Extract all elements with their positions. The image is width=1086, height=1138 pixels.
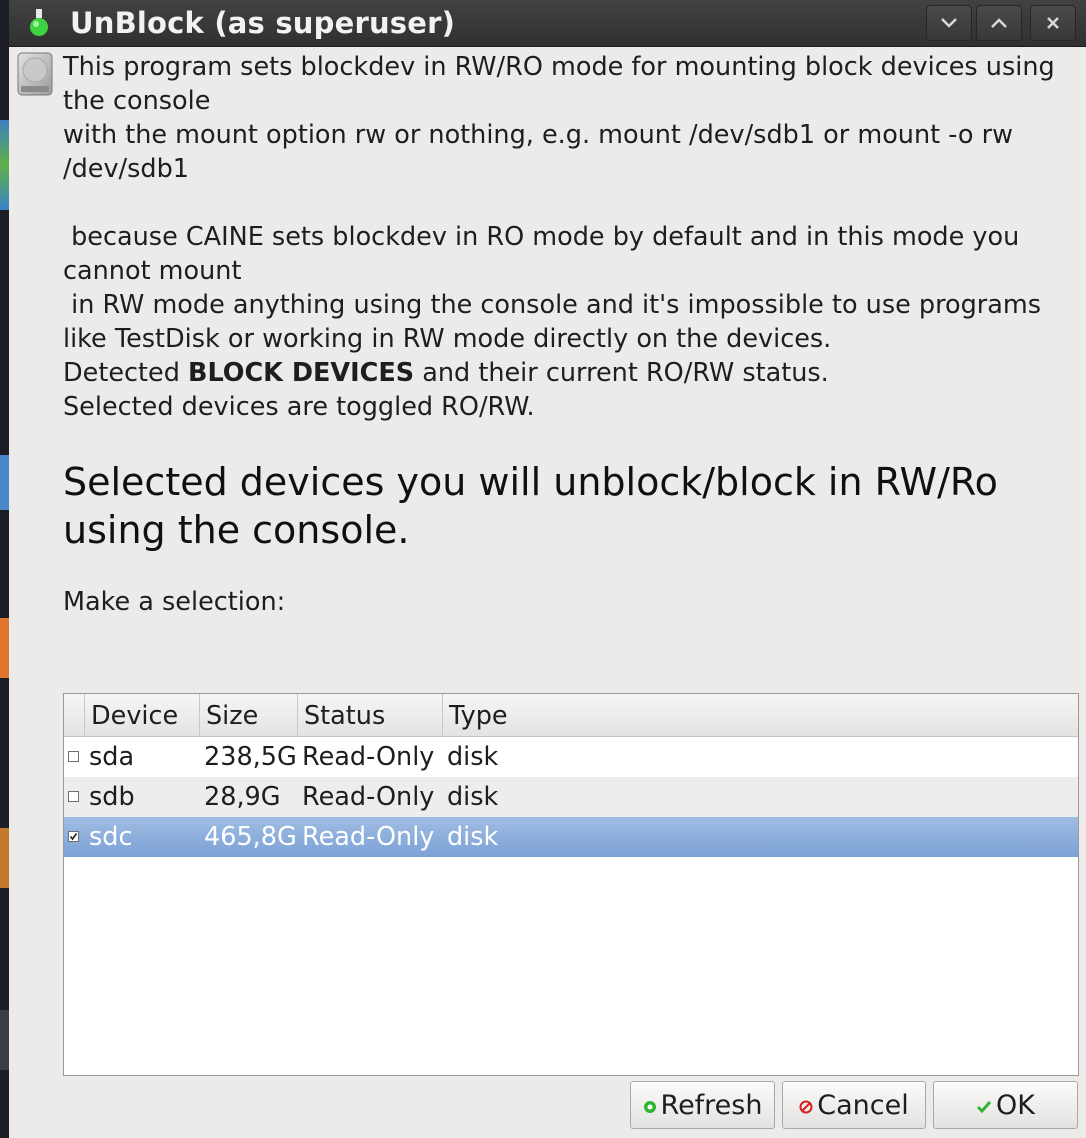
row-checkbox[interactable] [68,751,79,762]
ok-button[interactable]: OK [933,1081,1078,1129]
description-line: This program sets blockdev in RW/RO mode… [63,52,1063,116]
column-header-type[interactable]: Type [442,694,1078,736]
minimize-button[interactable] [926,5,972,41]
description-text: This program sets blockdev in RW/RO mode… [63,50,1075,424]
green-dot-icon [643,1090,657,1121]
block-devices-emphasis: BLOCK DEVICES [188,358,415,388]
type-cell: disk [447,782,499,812]
description-line: in RW mode anything using the console an… [63,290,1050,354]
drive-harddisk-icon [17,52,53,96]
type-cell: disk [447,742,499,772]
table-row[interactable]: sdb 28,9G Read-Only disk [64,777,1078,817]
device-cell: sda [89,742,135,772]
close-icon [1047,17,1059,29]
desktop-icon-strip [0,618,9,678]
chevron-down-icon [941,18,957,28]
column-header-status[interactable]: Status [297,694,442,736]
row-checkbox[interactable] [68,791,79,802]
desktop-icon-strip [0,828,9,888]
cancel-label: Cancel [817,1089,909,1121]
refresh-button[interactable]: Refresh [630,1081,775,1129]
refresh-label: Refresh [660,1089,763,1121]
maximize-button[interactable] [976,5,1022,41]
desktop-icon-strip [0,120,9,210]
cancel-icon [799,1090,813,1121]
size-cell: 28,9G [204,782,281,812]
checkmark-icon [69,833,78,841]
window-title: UnBlock (as superuser) [70,6,456,40]
status-cell: Read-Only [302,782,435,812]
green-flask-icon [30,9,48,36]
ok-label: OK [996,1089,1035,1121]
status-cell: Read-Only [302,742,435,772]
device-cell: sdc [89,822,133,852]
column-header-device[interactable]: Device [84,694,199,736]
desktop-background [0,0,9,1138]
column-header-size[interactable]: Size [199,694,297,736]
type-cell: disk [447,822,499,852]
device-cell: sdb [89,782,135,812]
description-line: because CAINE sets blockdev in RO mode b… [63,222,1028,286]
desktop-icon-strip [0,1010,9,1070]
title-bar[interactable]: UnBlock (as superuser) [9,0,1086,47]
description-line: with the mount option rw or nothing, e.g… [63,120,1022,184]
dialog-heading: Selected devices you will unblock/block … [63,460,998,552]
cancel-button[interactable]: Cancel [782,1081,926,1129]
selection-prompt: Make a selection: [63,587,286,617]
row-checkbox[interactable] [68,831,79,842]
size-cell: 465,8G [204,822,297,852]
table-header: Device Size Status Type [64,694,1078,737]
unblock-dialog: UnBlock (as superuser) This program sets… [9,0,1086,1138]
chevron-up-icon [991,18,1007,28]
detected-devices-line: Detected BLOCK DEVICES and their current… [63,358,829,388]
close-button[interactable] [1030,5,1076,41]
checkmark-icon [976,1090,992,1121]
device-list[interactable]: Device Size Status Type sda 238,5G Read-… [63,693,1079,1076]
status-cell: Read-Only [302,822,435,852]
table-row[interactable]: sda 238,5G Read-Only disk [64,737,1078,777]
table-row-selected[interactable]: sdc 465,8G Read-Only disk [64,817,1078,857]
description-line: Selected devices are toggled RO/RW. [63,392,535,422]
size-cell: 238,5G [204,742,297,772]
desktop-icon-strip [0,455,9,510]
